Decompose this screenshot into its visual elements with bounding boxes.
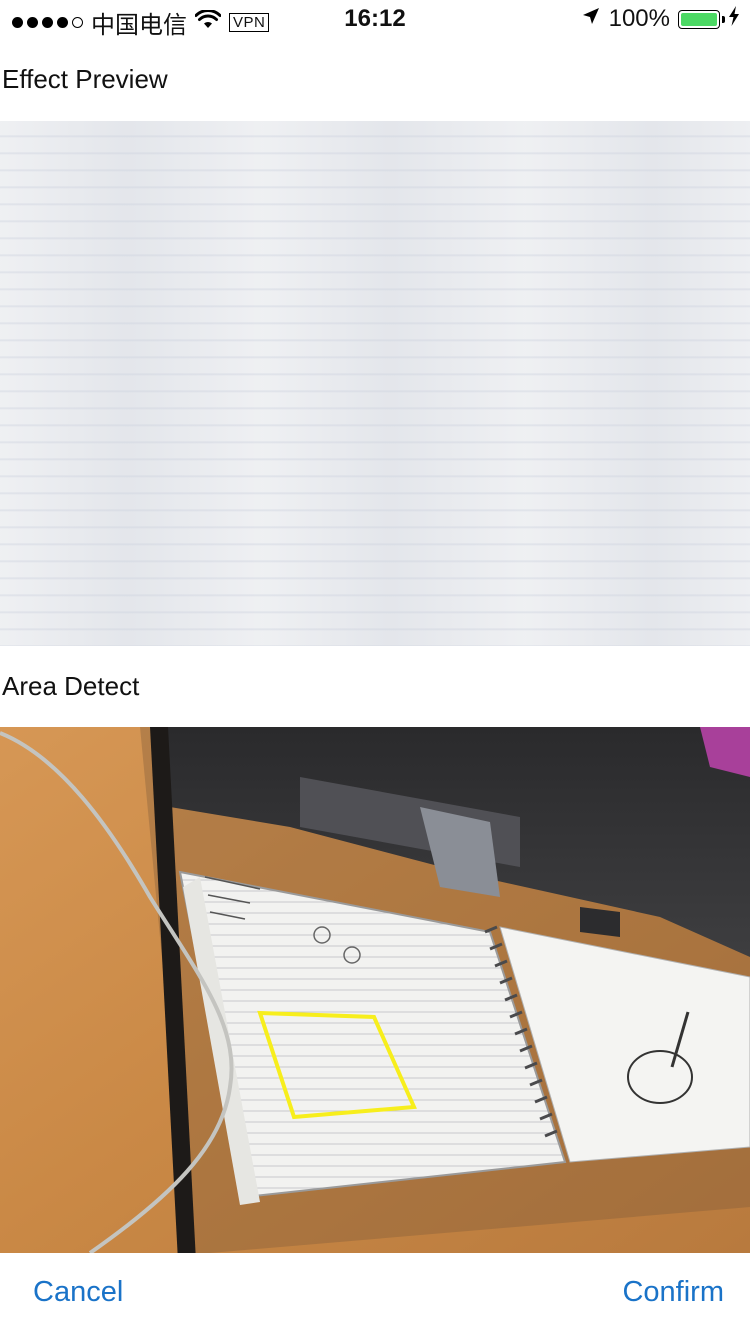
charging-bolt-icon xyxy=(728,5,740,33)
location-arrow-icon xyxy=(581,5,601,33)
status-right: 100% xyxy=(581,5,740,33)
area-detect-camera-view[interactable] xyxy=(0,727,750,1253)
effect-preview-label: Effect Preview xyxy=(2,64,168,94)
area-detect-label: Area Detect xyxy=(2,671,140,701)
battery-icon xyxy=(678,9,725,29)
battery-percent: 100% xyxy=(608,5,670,32)
status-bar: 中国电信 VPN 16:12 100% xyxy=(0,0,750,40)
cancel-button[interactable]: Cancel xyxy=(33,1276,123,1309)
confirm-button[interactable]: Confirm xyxy=(622,1276,724,1309)
bottom-action-bar: Cancel Confirm xyxy=(0,1254,750,1334)
effect-preview-image xyxy=(0,121,750,646)
